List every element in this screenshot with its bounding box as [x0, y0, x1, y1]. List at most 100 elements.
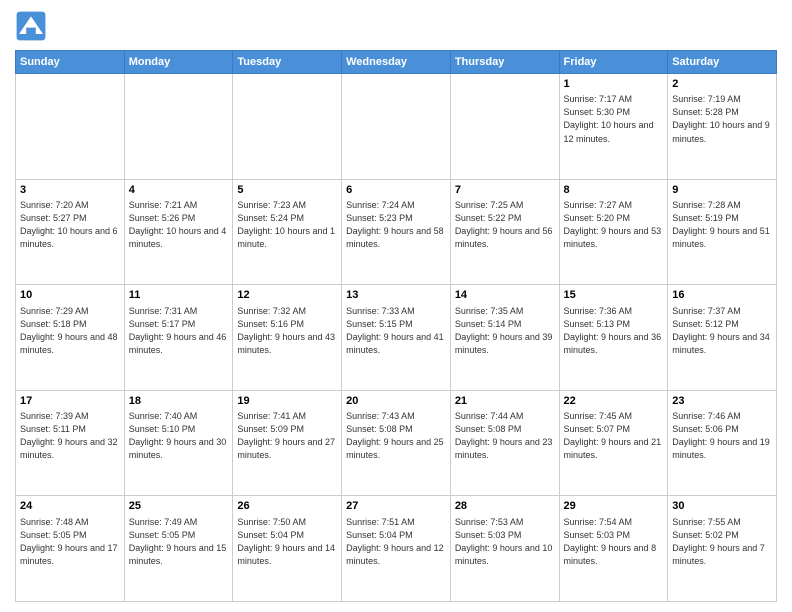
day-number: 10 — [20, 288, 120, 303]
calendar-cell: 13Sunrise: 7:33 AM Sunset: 5:15 PM Dayli… — [342, 285, 451, 391]
day-info: Sunrise: 7:19 AM Sunset: 5:28 PM Dayligh… — [672, 93, 772, 145]
calendar-cell: 16 Sunrise: 7:37 AM Sunset: 5:12 PM Dayli… — [668, 285, 777, 391]
calendar-cell: 5Sunrise: 7:23 AM Sunset: 5:24 PM Daylig… — [233, 179, 342, 285]
day-info: Sunrise: 7:20 AM Sunset: 5:27 PM Dayligh… — [20, 199, 120, 251]
weekday-header-friday: Friday — [559, 51, 668, 74]
day-number: 26 — [237, 499, 337, 514]
calendar-cell: 30Sunrise: 7:55 AM Sunset: 5:02 PM Dayli… — [668, 496, 777, 602]
day-number: 19 — [237, 394, 337, 409]
calendar-cell: 4Sunrise: 7:21 AM Sunset: 5:26 PM Daylig… — [124, 179, 233, 285]
day-number: 14 — [455, 288, 555, 303]
day-info: Sunrise: 7:35 AM Sunset: 5:14 PM Dayligh… — [455, 305, 555, 357]
calendar-cell: 9Sunrise: 7:28 AM Sunset: 5:19 PM Daylig… — [668, 179, 777, 285]
calendar-cell: 10 Sunrise: 7:29 AM Sunset: 5:18 PM Dayli… — [16, 285, 125, 391]
day-info: Sunrise: 7:50 AM Sunset: 5:04 PM Dayligh… — [237, 516, 337, 568]
calendar-cell: 25 Sunrise: 7:49 AM Sunset: 5:05 PM Dayli… — [124, 496, 233, 602]
day-number: 5 — [237, 183, 337, 198]
weekday-header-thursday: Thursday — [450, 51, 559, 74]
day-number: 24 — [20, 499, 120, 514]
day-info: Sunrise: 7:41 AM Sunset: 5:09 PM Dayligh… — [237, 410, 337, 462]
week-row-4: 17Sunrise: 7:39 AM Sunset: 5:11 PM Dayli… — [16, 390, 777, 496]
calendar-table: SundayMondayTuesdayWednesdayThursdayFrid… — [15, 50, 777, 602]
day-info: Sunrise: 7:53 AM Sunset: 5:03 PM Dayligh… — [455, 516, 555, 568]
day-info: Sunrise: 7:49 AM Sunset: 5:05 PM Dayligh… — [129, 516, 229, 568]
day-info: Sunrise: 7:21 AM Sunset: 5:26 PM Dayligh… — [129, 199, 229, 251]
calendar-cell — [342, 74, 451, 180]
day-info: Sunrise: 7:54 AM Sunset: 5:03 PM Dayligh… — [564, 516, 664, 568]
calendar-cell: 15 Sunrise: 7:36 AM Sunset: 5:13 PM Dayli… — [559, 285, 668, 391]
day-info: Sunrise: 7:25 AM Sunset: 5:22 PM Dayligh… — [455, 199, 555, 251]
page-container: SundayMondayTuesdayWednesdayThursdayFrid… — [0, 0, 792, 612]
calendar-cell — [233, 74, 342, 180]
day-number: 3 — [20, 183, 120, 198]
calendar-cell: 1Sunrise: 7:17 AM Sunset: 5:30 PM Daylig… — [559, 74, 668, 180]
day-number: 15 — [564, 288, 664, 303]
calendar-cell: 26 Sunrise: 7:50 AM Sunset: 5:04 PM Dayli… — [233, 496, 342, 602]
logo — [15, 10, 51, 42]
weekday-row: SundayMondayTuesdayWednesdayThursdayFrid… — [16, 51, 777, 74]
calendar-cell — [450, 74, 559, 180]
calendar-cell: 3Sunrise: 7:20 AM Sunset: 5:27 PM Daylig… — [16, 179, 125, 285]
day-info: Sunrise: 7:23 AM Sunset: 5:24 PM Dayligh… — [237, 199, 337, 251]
calendar-cell: 28 Sunrise: 7:53 AM Sunset: 5:03 PM Dayli… — [450, 496, 559, 602]
day-info: Sunrise: 7:33 AM Sunset: 5:15 PM Dayligh… — [346, 305, 446, 357]
week-row-1: 1Sunrise: 7:17 AM Sunset: 5:30 PM Daylig… — [16, 74, 777, 180]
weekday-header-wednesday: Wednesday — [342, 51, 451, 74]
day-number: 29 — [564, 499, 664, 514]
day-info: Sunrise: 7:32 AM Sunset: 5:16 PM Dayligh… — [237, 305, 337, 357]
day-number: 25 — [129, 499, 229, 514]
calendar-cell: 24 Sunrise: 7:48 AM Sunset: 5:05 PM Dayli… — [16, 496, 125, 602]
calendar-cell: 6Sunrise: 7:24 AM Sunset: 5:23 PM Daylig… — [342, 179, 451, 285]
calendar-cell: 23Sunrise: 7:46 AM Sunset: 5:06 PM Dayli… — [668, 390, 777, 496]
calendar-cell: 18Sunrise: 7:40 AM Sunset: 5:10 PM Dayli… — [124, 390, 233, 496]
day-number: 28 — [455, 499, 555, 514]
day-info: Sunrise: 7:46 AM Sunset: 5:06 PM Dayligh… — [672, 410, 772, 462]
day-number: 27 — [346, 499, 446, 514]
weekday-header-sunday: Sunday — [16, 51, 125, 74]
day-number: 17 — [20, 394, 120, 409]
calendar-body: 1Sunrise: 7:17 AM Sunset: 5:30 PM Daylig… — [16, 74, 777, 602]
day-number: 30 — [672, 499, 772, 514]
day-number: 18 — [129, 394, 229, 409]
day-info: Sunrise: 7:29 AM Sunset: 5:18 PM Dayligh… — [20, 305, 120, 357]
calendar-cell: 29 Sunrise: 7:54 AM Sunset: 5:03 PM Dayli… — [559, 496, 668, 602]
week-row-2: 3Sunrise: 7:20 AM Sunset: 5:27 PM Daylig… — [16, 179, 777, 285]
calendar-cell: 21Sunrise: 7:44 AM Sunset: 5:08 PM Dayli… — [450, 390, 559, 496]
day-number: 8 — [564, 183, 664, 198]
day-number: 21 — [455, 394, 555, 409]
day-number: 2 — [672, 77, 772, 92]
calendar-cell: 11Sunrise: 7:31 AM Sunset: 5:17 PM Dayli… — [124, 285, 233, 391]
day-number: 7 — [455, 183, 555, 198]
day-info: Sunrise: 7:44 AM Sunset: 5:08 PM Dayligh… — [455, 410, 555, 462]
calendar: SundayMondayTuesdayWednesdayThursdayFrid… — [15, 50, 777, 602]
calendar-cell — [124, 74, 233, 180]
weekday-header-tuesday: Tuesday — [233, 51, 342, 74]
day-info: Sunrise: 7:31 AM Sunset: 5:17 PM Dayligh… — [129, 305, 229, 357]
week-row-5: 24 Sunrise: 7:48 AM Sunset: 5:05 PM Dayli… — [16, 496, 777, 602]
day-number: 1 — [564, 77, 664, 92]
day-info: Sunrise: 7:36 AM Sunset: 5:13 PM Dayligh… — [564, 305, 664, 357]
day-number: 16 — [672, 288, 772, 303]
header — [15, 10, 777, 42]
calendar-cell: 12 Sunrise: 7:32 AM Sunset: 5:16 PM Dayli… — [233, 285, 342, 391]
weekday-header-monday: Monday — [124, 51, 233, 74]
calendar-cell: 17Sunrise: 7:39 AM Sunset: 5:11 PM Dayli… — [16, 390, 125, 496]
day-number: 23 — [672, 394, 772, 409]
day-info: Sunrise: 7:48 AM Sunset: 5:05 PM Dayligh… — [20, 516, 120, 568]
day-info: Sunrise: 7:45 AM Sunset: 5:07 PM Dayligh… — [564, 410, 664, 462]
calendar-cell: 7Sunrise: 7:25 AM Sunset: 5:22 PM Daylig… — [450, 179, 559, 285]
day-info: Sunrise: 7:37 AM Sunset: 5:12 PM Dayligh… — [672, 305, 772, 357]
day-number: 20 — [346, 394, 446, 409]
day-info: Sunrise: 7:51 AM Sunset: 5:04 PM Dayligh… — [346, 516, 446, 568]
day-info: Sunrise: 7:40 AM Sunset: 5:10 PM Dayligh… — [129, 410, 229, 462]
calendar-cell: 27 Sunrise: 7:51 AM Sunset: 5:04 PM Dayli… — [342, 496, 451, 602]
day-info: Sunrise: 7:28 AM Sunset: 5:19 PM Dayligh… — [672, 199, 772, 251]
day-info: Sunrise: 7:27 AM Sunset: 5:20 PM Dayligh… — [564, 199, 664, 251]
week-row-3: 10 Sunrise: 7:29 AM Sunset: 5:18 PM Dayli… — [16, 285, 777, 391]
day-number: 4 — [129, 183, 229, 198]
calendar-cell: 2Sunrise: 7:19 AM Sunset: 5:28 PM Daylig… — [668, 74, 777, 180]
calendar-header: SundayMondayTuesdayWednesdayThursdayFrid… — [16, 51, 777, 74]
day-info: Sunrise: 7:17 AM Sunset: 5:30 PM Dayligh… — [564, 93, 664, 145]
calendar-cell: 14 Sunrise: 7:35 AM Sunset: 5:14 PM Dayli… — [450, 285, 559, 391]
day-number: 12 — [237, 288, 337, 303]
